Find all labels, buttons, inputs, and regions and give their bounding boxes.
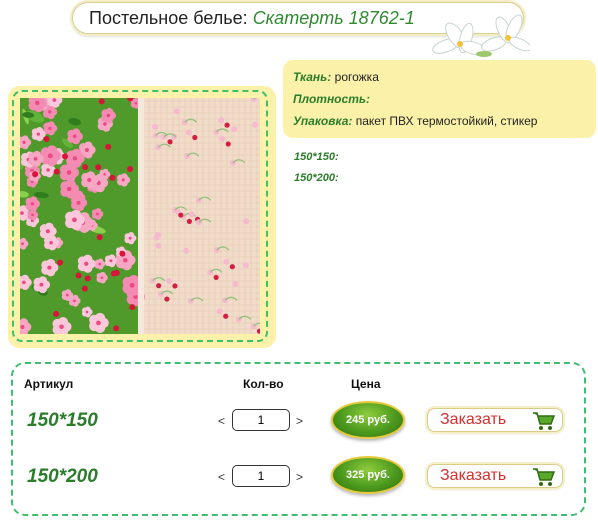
fabric-key: Ткань: [293,70,332,84]
product-name: Скатерть 18762-1 [252,8,415,28]
shopping-cart-icon [533,412,556,430]
fabric-value: рогожка [334,70,379,84]
qty-input[interactable] [232,465,290,487]
order-button[interactable]: Заказать [427,408,563,432]
size-list-item: 150*200: [294,172,339,184]
order-table: Артикул Кол-во Цена 150*150 < > 245 руб.… [11,362,586,516]
product-image-panel [8,86,276,348]
size-list-item: 150*150: [294,151,339,163]
order-button-label: Заказать [440,467,507,484]
row-size-label: 150*150 [27,410,98,431]
qty-increase-button[interactable]: > [296,414,303,428]
qty-increase-button[interactable]: > [296,470,303,484]
product-image-frame [12,90,268,342]
price-badge: 245 руб. [331,401,405,439]
density-key: Плотность: [293,92,370,106]
order-button-label: Заказать [440,411,507,428]
packaging-key: Упаковка: [293,114,353,128]
order-button[interactable]: Заказать [427,464,563,488]
packaging-value: пакет ПВХ термостойкий, стикер [355,114,538,128]
price-badge: 325 руб. [331,456,405,494]
category-label: Постельное белье: [89,8,248,28]
tablecloth-photo[interactable] [20,98,260,334]
qty-decrease-button[interactable]: < [218,414,225,428]
packaging-row: Упаковка: пакет ПВХ термостойкий, стикер [293,114,537,128]
product-info-box: Ткань: рогожка Плотность: Упаковка: паке… [283,60,596,138]
page-title: Постельное белье: Скатерть 18762-1 [89,8,415,29]
row-size-label: 150*200 [27,466,98,487]
white-lily-flowers-icon [432,14,530,57]
fabric-row: Ткань: рогожка [293,70,379,84]
qty-decrease-button[interactable]: < [218,470,225,484]
column-header-article: Артикул [24,377,74,391]
column-header-qty: Кол-во [243,377,284,391]
column-header-price: Цена [351,377,381,391]
qty-input[interactable] [232,409,290,431]
density-row: Плотность: [293,92,370,106]
shopping-cart-icon [533,468,556,486]
